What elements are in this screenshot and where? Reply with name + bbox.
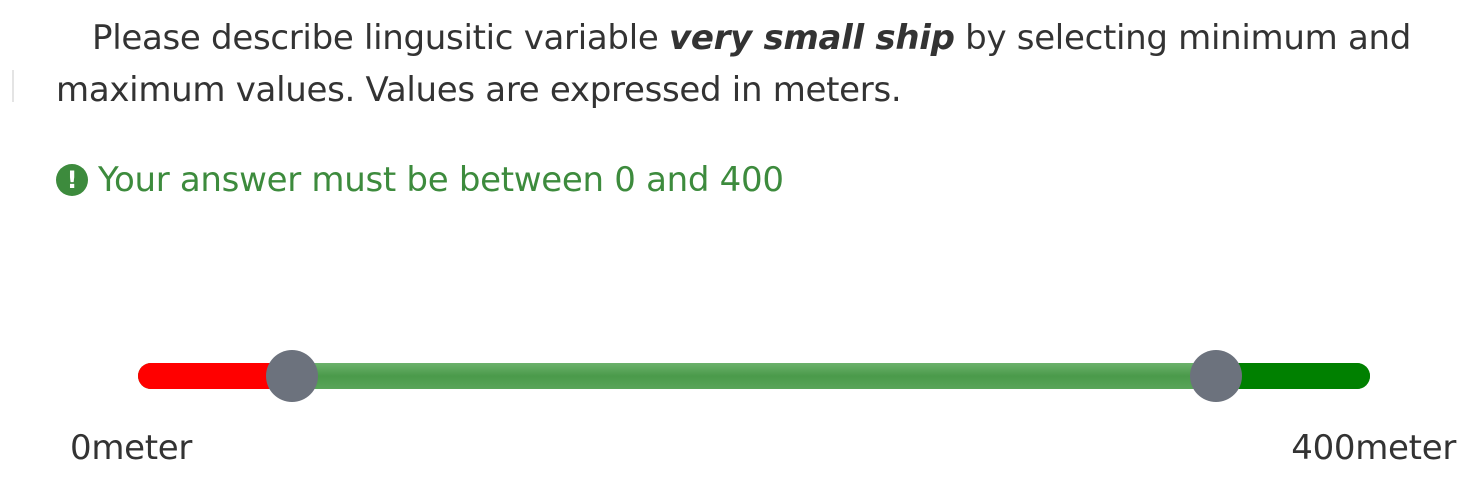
- exclamation-circle-icon: !: [56, 164, 88, 196]
- question-text-before: Please describe lingusitic variable: [92, 18, 669, 58]
- slider-max-label: 400meter: [1291, 428, 1456, 468]
- slider-handle-max[interactable]: [1190, 350, 1242, 402]
- slider-handle-min[interactable]: [266, 350, 318, 402]
- question-page: Please describe lingusitic variable very…: [0, 0, 1470, 485]
- question-text: Please describe lingusitic variable very…: [56, 12, 1456, 116]
- slider-min-label: 0meter: [70, 428, 193, 468]
- question-term: very small ship: [668, 18, 955, 58]
- left-edge-divider: [12, 70, 14, 102]
- hint-text: Your answer must be between 0 and 400: [98, 160, 784, 200]
- range-slider[interactable]: [138, 350, 1370, 402]
- validation-hint: ! Your answer must be between 0 and 400: [56, 155, 784, 205]
- slider-track[interactable]: [138, 363, 1370, 389]
- slider-track-selected-range: [292, 363, 1216, 389]
